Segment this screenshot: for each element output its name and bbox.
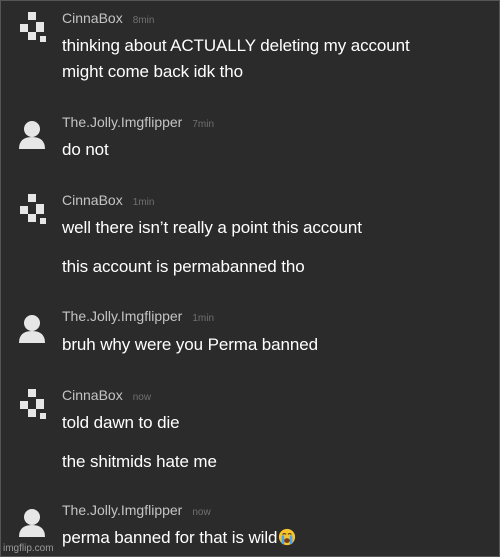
- message-text: bruh why were you Perma banned: [62, 335, 318, 354]
- chat-frame: [0, 0, 500, 557]
- pixel-block-avatar-icon[interactable]: [16, 389, 48, 421]
- username[interactable]: CinnaBox: [62, 387, 123, 403]
- message-header: CinnaBox 1min: [62, 192, 154, 210]
- username[interactable]: The.Jolly.Imgflipper: [62, 114, 182, 130]
- message-text-content: perma banned for that is wild: [62, 528, 278, 547]
- timestamp: 7min: [192, 119, 215, 130]
- username[interactable]: CinnaBox: [62, 10, 123, 26]
- username[interactable]: The.Jolly.Imgflipper: [62, 308, 182, 324]
- timestamp: 1min: [192, 313, 215, 324]
- timestamp: now: [132, 392, 152, 403]
- message-text: told dawn to die: [62, 413, 180, 432]
- message-header: The.Jolly.Imgflipper now: [62, 502, 211, 520]
- pixel-block-avatar-icon[interactable]: [16, 12, 48, 44]
- message-header: CinnaBox now: [62, 387, 151, 405]
- message-header: CinnaBox 8min: [62, 10, 154, 28]
- timestamp: now: [192, 507, 211, 518]
- message-header: The.Jolly.Imgflipper 7min: [62, 114, 214, 132]
- timestamp: 1min: [132, 197, 155, 208]
- default-user-avatar-icon[interactable]: [16, 312, 48, 344]
- username[interactable]: CinnaBox: [62, 192, 123, 208]
- message-header: The.Jolly.Imgflipper 1min: [62, 308, 214, 326]
- loudly-crying-face-icon: [279, 528, 296, 546]
- default-user-avatar-icon[interactable]: [16, 118, 48, 150]
- timestamp: 8min: [132, 15, 155, 26]
- message-text: thinking about ACTUALLY deleting my acco…: [62, 36, 410, 55]
- username[interactable]: The.Jolly.Imgflipper: [62, 502, 182, 518]
- message-text: might come back idk tho: [62, 62, 244, 81]
- message-text: do not: [62, 140, 109, 159]
- message-text: perma banned for that is wild: [62, 528, 297, 548]
- imgflip-watermark: imgflip.com: [3, 543, 54, 554]
- pixel-block-avatar-icon[interactable]: [16, 194, 48, 226]
- message-text: well there isn’t really a point this acc…: [62, 218, 362, 237]
- message-text: the shitmids hate me: [62, 452, 217, 471]
- default-user-avatar-icon[interactable]: [16, 506, 48, 538]
- message-text: this account is permabanned tho: [62, 257, 305, 276]
